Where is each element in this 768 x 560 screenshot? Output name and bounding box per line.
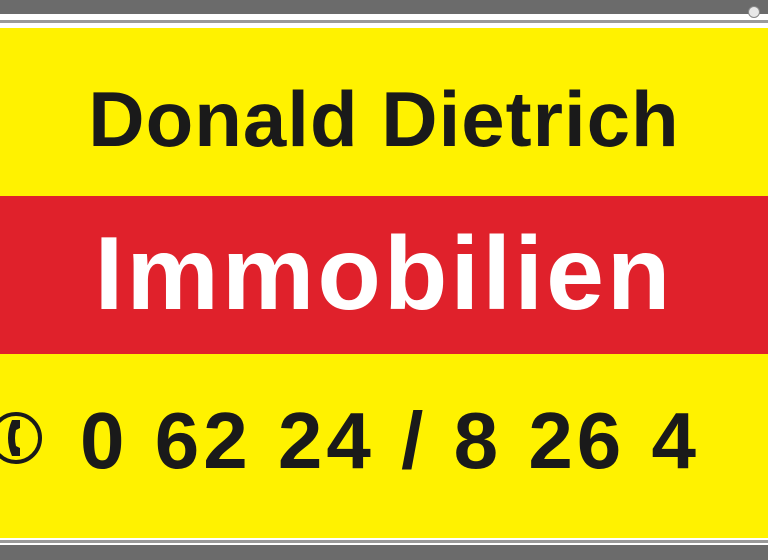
phone-handset-icon — [0, 412, 42, 464]
phone-number: 0 62 24 / 8 26 4 — [80, 396, 701, 485]
sign-panel: Donald Dietrich Immobilien 0 62 24 / 8 2… — [0, 28, 768, 538]
frame-bottom — [0, 545, 768, 560]
phone-row: 0 62 24 / 8 26 4 — [0, 396, 768, 486]
owner-name: Donald Dietrich — [88, 75, 680, 163]
bolt-icon — [748, 6, 760, 18]
business-title: Immobilien — [94, 216, 674, 332]
frame-bottom-line — [0, 540, 768, 543]
red-band: Immobilien — [0, 196, 768, 354]
real-estate-sign: Donald Dietrich Immobilien 0 62 24 / 8 2… — [0, 0, 768, 560]
frame-top — [0, 0, 768, 14]
frame-top-line — [0, 20, 768, 23]
